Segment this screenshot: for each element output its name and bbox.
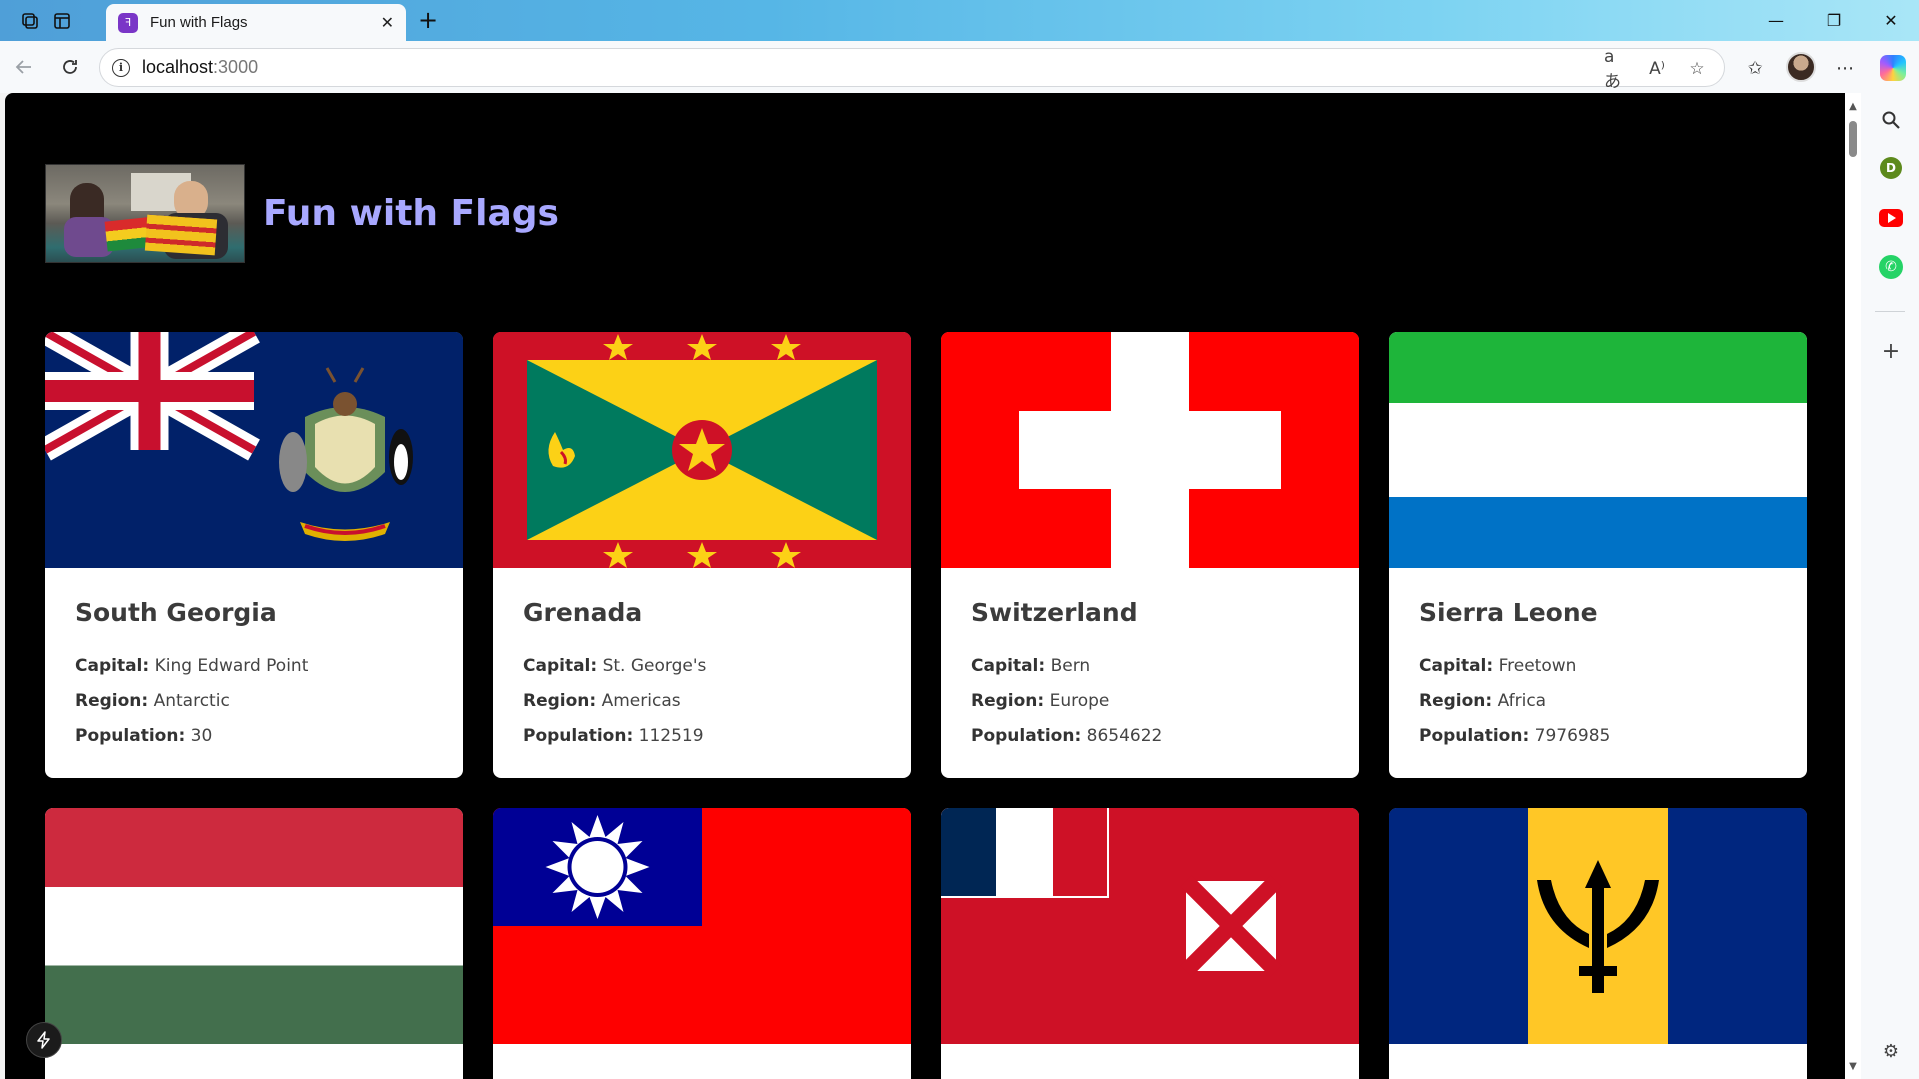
edge-sidebar: D ✆ + ⚙ [1861, 93, 1919, 1079]
population-label: Population: [75, 726, 186, 746]
close-window-button[interactable]: ✕ [1877, 8, 1905, 32]
country-card[interactable] [45, 808, 463, 1079]
minimize-button[interactable]: — [1762, 8, 1790, 32]
capital-value: Freetown [1498, 656, 1577, 676]
tab-favicon-icon: ꟻ [118, 12, 138, 33]
country-card[interactable]: South Georgia Capital: King Edward Point… [45, 332, 463, 778]
region-value: Europe [1049, 691, 1110, 711]
country-card[interactable] [941, 808, 1359, 1079]
site-info-icon[interactable]: i [112, 58, 130, 77]
region-label: Region: [75, 691, 149, 711]
settings-gear-icon[interactable]: ⚙ [1878, 1038, 1904, 1064]
country-grid: South Georgia Capital: King Edward Point… [45, 332, 1811, 1079]
read-aloud-icon[interactable]: A⁾ [1644, 56, 1670, 82]
copilot-icon[interactable] [1880, 55, 1906, 81]
country-name: Grenada [523, 598, 643, 627]
scroll-down-arrow-icon[interactable]: ▼ [1848, 1061, 1858, 1072]
flag-hungary [45, 808, 463, 1044]
population-line: Population: 7976985 [1419, 719, 1777, 754]
page-title: Fun with Flags [263, 192, 559, 234]
population-value: 8654622 [1086, 726, 1163, 746]
population-value: 112519 [638, 726, 704, 746]
flag-south-georgia [45, 332, 463, 568]
url-port: :3000 [213, 57, 259, 77]
population-value: 30 [190, 726, 213, 746]
capital-value: Bern [1050, 656, 1091, 676]
tab-close-icon[interactable]: ✕ [381, 13, 394, 32]
country-name: South Georgia [75, 598, 277, 627]
new-tab-button[interactable]: + [414, 6, 442, 34]
url-host: localhost [142, 57, 214, 77]
region-line: Region: Americas [523, 684, 881, 719]
restore-button[interactable]: ❐ [1820, 8, 1848, 32]
country-card[interactable]: Sierra Leone Capital: Freetown Region: A… [1389, 332, 1807, 778]
region-line: Region: Antarctic [75, 684, 433, 719]
region-label: Region: [1419, 691, 1493, 711]
more-menu-icon[interactable]: ⋯ [1830, 53, 1860, 83]
refresh-icon[interactable] [56, 53, 84, 81]
region-value: Antarctic [153, 691, 230, 711]
header-photo [45, 163, 245, 263]
workspaces-icon[interactable] [18, 9, 42, 33]
search-icon[interactable] [1878, 107, 1904, 133]
country-card[interactable]: Switzerland Capital: Bern Region: Europe… [941, 332, 1359, 778]
favorite-star-icon[interactable]: ☆ [1684, 56, 1710, 82]
browser-tab-active[interactable]: ꟻ Fun with Flags ✕ [106, 4, 406, 41]
capital-label: Capital: [1419, 656, 1494, 676]
capital-label: Capital: [75, 656, 150, 676]
country-name: Sierra Leone [1419, 598, 1598, 627]
population-line: Population: 30 [75, 719, 433, 754]
site-header: Fun with Flags [45, 163, 559, 263]
capital-label: Capital: [523, 656, 598, 676]
flag-wallis-and-futuna [941, 808, 1359, 1044]
capital-line: Capital: King Edward Point [75, 649, 433, 684]
translate-icon[interactable]: aあ [1604, 47, 1630, 92]
browser-toolbar: i localhost:3000 aあ A⁾ ☆ ✩ ⋯ [0, 41, 1919, 93]
region-line: Region: Europe [971, 684, 1329, 719]
browser-title-bar: ꟻ Fun with Flags ✕ + — ❐ ✕ [0, 0, 1919, 41]
population-label: Population: [1419, 726, 1530, 746]
page-viewport: Fun with Flags South Georgia Capital: Ki… [5, 93, 1845, 1079]
favorites-icon[interactable]: ✩ [1740, 53, 1770, 83]
region-line: Region: Africa [1419, 684, 1777, 719]
sidebar-divider [1875, 311, 1905, 312]
capital-value: St. George's [602, 656, 707, 676]
capital-line: Capital: St. George's [523, 649, 881, 684]
country-name: Switzerland [971, 598, 1138, 627]
flag-switzerland [941, 332, 1359, 568]
population-label: Population: [523, 726, 634, 746]
back-arrow-icon[interactable] [10, 53, 38, 81]
population-label: Population: [971, 726, 1082, 746]
population-line: Population: 8654622 [971, 719, 1329, 754]
lightning-bolt-icon[interactable] [26, 1022, 62, 1058]
scroll-up-arrow-icon[interactable]: ▲ [1848, 101, 1858, 112]
address-bar[interactable]: i localhost:3000 aあ A⁾ ☆ [99, 47, 1725, 92]
population-value: 7976985 [1534, 726, 1611, 746]
region-label: Region: [971, 691, 1045, 711]
flag-barbados [1389, 808, 1807, 1044]
add-app-icon[interactable]: + [1878, 338, 1904, 364]
country-card[interactable]: Grenada Capital: St. George's Region: Am… [493, 332, 911, 778]
flag-taiwan [493, 808, 911, 1044]
profile-d-icon[interactable]: D [1880, 157, 1902, 179]
capital-line: Capital: Freetown [1419, 649, 1777, 684]
flag-grenada [493, 332, 911, 568]
region-value: Africa [1497, 691, 1547, 711]
flag-sierra-leone [1389, 332, 1807, 568]
page-scrollbar[interactable]: ▲ ▼ [1845, 93, 1861, 1079]
region-value: Americas [601, 691, 681, 711]
country-card[interactable] [1389, 808, 1807, 1079]
country-card[interactable] [493, 808, 911, 1079]
scroll-thumb[interactable] [1849, 121, 1857, 157]
vertical-tabs-icon[interactable] [50, 9, 74, 33]
capital-label: Capital: [971, 656, 1046, 676]
youtube-icon[interactable] [1878, 205, 1904, 231]
tab-title: Fun with Flags [150, 14, 248, 31]
whatsapp-icon[interactable]: ✆ [1879, 255, 1903, 279]
population-line: Population: 112519 [523, 719, 881, 754]
profile-avatar[interactable] [1786, 52, 1816, 82]
capital-line: Capital: Bern [971, 649, 1329, 684]
capital-value: King Edward Point [154, 656, 309, 676]
region-label: Region: [523, 691, 597, 711]
